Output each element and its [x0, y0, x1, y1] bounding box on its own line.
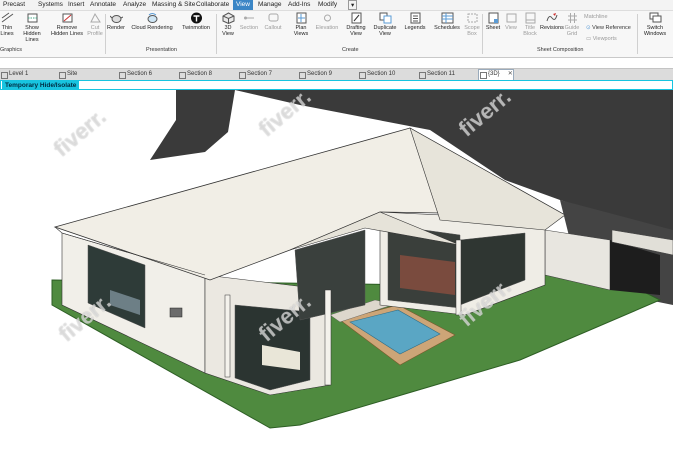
ribbon-separator — [637, 14, 638, 54]
sheet-composition-group-label: Sheet Composition — [537, 47, 584, 53]
guide-grid-button[interactable]: Guide Grid — [563, 12, 581, 37]
view-reference-icon: ⊙ — [586, 25, 591, 31]
tab-section-9[interactable]: Section 9 — [298, 70, 332, 79]
ribbon-tab-bar: Precast Systems Insert Annotate Analyze … — [0, 0, 673, 11]
close-icon[interactable]: ✕ — [508, 71, 513, 77]
tab-level-1[interactable]: Level 1 — [0, 70, 28, 79]
cut-profile-icon — [89, 12, 101, 23]
3d-view-icon — [480, 72, 487, 79]
menu-collaborate[interactable]: Collaborate — [196, 1, 229, 8]
floor-plan-icon — [1, 72, 8, 79]
column — [224, 294, 231, 378]
3d-view-button[interactable]: 3D View — [219, 12, 237, 37]
title-block-button[interactable]: Title Block — [520, 12, 540, 37]
guide-grid-icon — [567, 13, 577, 23]
revisions-button[interactable]: Revisions — [540, 12, 564, 31]
thin-lines-button[interactable]: Thin Lines — [0, 12, 14, 37]
section-view-icon — [239, 72, 246, 79]
menu-insert[interactable]: Insert — [68, 1, 84, 8]
place-view-icon — [506, 13, 516, 23]
section-view-icon — [119, 72, 126, 79]
switch-windows-icon — [649, 12, 661, 23]
presentation-group-label: Presentation — [146, 47, 177, 53]
callout-icon — [268, 13, 278, 22]
wall-vent — [169, 307, 183, 318]
viewports-icon: ▭ — [586, 36, 592, 42]
legends-icon — [410, 12, 420, 24]
tab-section-7[interactable]: Section 7 — [238, 70, 272, 79]
callout-button[interactable]: Callout — [262, 12, 284, 31]
plan-views-button[interactable]: Plan Views — [290, 12, 312, 37]
section-view-icon — [359, 72, 366, 79]
remove-hidden-lines-button[interactable]: Remove Hidden Lines — [50, 12, 84, 37]
duplicate-view-icon — [379, 12, 391, 24]
3d-view-icon — [222, 12, 234, 24]
plan-views-icon — [296, 12, 306, 24]
scope-box-icon — [467, 13, 477, 23]
section-view-icon — [299, 72, 306, 79]
temporary-hide-isolate-label[interactable]: Temporary Hide/Isolate — [2, 81, 80, 90]
3d-viewport[interactable] — [0, 90, 673, 459]
sheet-icon — [488, 12, 498, 24]
menu-add-ins[interactable]: Add-Ins — [288, 1, 310, 8]
twinmotion-icon — [190, 12, 202, 24]
menu-manage[interactable]: Manage — [258, 1, 282, 8]
schedules-button[interactable]: Schedules — [433, 12, 461, 31]
elevation-icon — [323, 14, 331, 22]
view-reference-button[interactable]: ⊙ View Reference — [586, 25, 631, 31]
tab-section-10[interactable]: Section 10 — [358, 70, 395, 79]
revisions-icon — [546, 13, 557, 22]
cloud-teapot-icon — [147, 13, 157, 23]
section-view-icon — [419, 72, 426, 79]
menu-analyze[interactable]: Analyze — [123, 1, 146, 8]
drafting-view-icon — [351, 12, 361, 24]
floor-plan-icon — [59, 72, 66, 79]
elevation-button[interactable]: Elevation — [314, 12, 340, 31]
schedules-icon — [441, 12, 453, 24]
asphalt-road-left — [150, 90, 235, 160]
ribbon-separator — [482, 14, 483, 54]
view-button[interactable]: View — [503, 12, 519, 31]
menu-systems[interactable]: Systems — [38, 1, 63, 8]
section-icon — [243, 16, 254, 20]
graphics-group-label: Graphics — [0, 47, 23, 53]
viewports-button[interactable]: ▭ Viewports — [586, 36, 617, 42]
cloud-rendering-button[interactable]: Cloud Rendering — [130, 12, 174, 31]
sheet-button[interactable]: Sheet — [484, 12, 502, 31]
living-room-interior — [400, 255, 455, 295]
show-hidden-lines-button[interactable]: Show Hidden Lines — [18, 12, 46, 43]
menu-massing-site[interactable]: Massing & Site — [152, 1, 195, 8]
show-hidden-lines-icon — [27, 13, 37, 23]
thin-lines-icon — [1, 12, 13, 23]
ribbon-panel: Thin Lines Show Hidden Lines Remove Hidd… — [0, 11, 673, 58]
tab-section-8[interactable]: Section 8 — [178, 70, 212, 79]
temporary-hide-isolate-frame: Temporary Hide/Isolate — [0, 80, 673, 90]
menu-modify[interactable]: Modify — [318, 1, 337, 8]
render-button[interactable]: Render — [106, 12, 126, 31]
contextual-tab-dropdown[interactable]: ▾ — [348, 0, 358, 10]
menu-view[interactable]: View — [233, 0, 253, 10]
title-block-icon — [525, 12, 535, 24]
teapot-icon — [109, 15, 123, 23]
twinmotion-button[interactable]: Twinmotion — [178, 12, 214, 31]
column — [455, 239, 462, 316]
column — [324, 289, 332, 386]
menu-precast[interactable]: Precast — [3, 1, 25, 8]
matchline-button[interactable]: Matchline — [584, 14, 608, 20]
duplicate-view-button[interactable]: Duplicate View — [371, 12, 399, 37]
tab-site[interactable]: Site — [58, 70, 77, 79]
drafting-view-button[interactable]: Drafting View — [344, 12, 368, 37]
menu-annotate[interactable]: Annotate — [90, 1, 116, 8]
remove-hidden-lines-icon — [62, 13, 72, 23]
ribbon-separator — [216, 14, 217, 54]
cut-profile-button[interactable]: Cut Profile — [86, 12, 104, 37]
legends-button[interactable]: Legends — [403, 12, 427, 31]
switch-windows-button[interactable]: Switch Windows — [641, 12, 669, 37]
section-view-icon — [179, 72, 186, 79]
tab-section-6[interactable]: Section 6 — [118, 70, 152, 79]
tab-section-11[interactable]: Section 11 — [418, 70, 455, 79]
create-group-label: Create — [342, 47, 359, 53]
scope-box-button[interactable]: Scope Box — [463, 12, 481, 37]
section-button[interactable]: Section — [238, 12, 260, 31]
